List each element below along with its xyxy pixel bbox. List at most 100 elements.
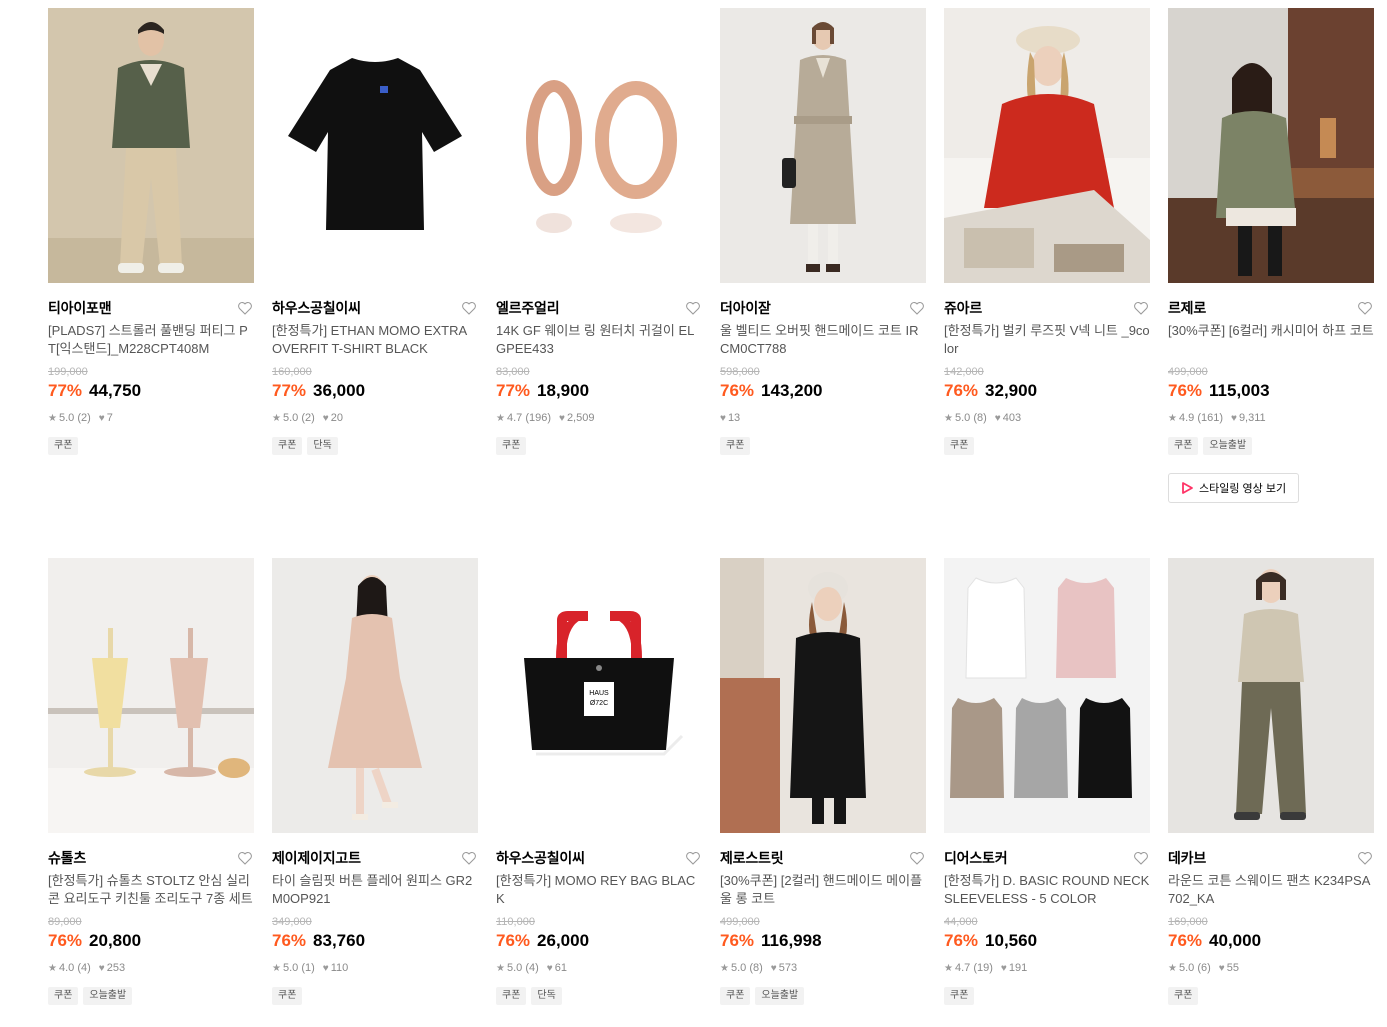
brand-name[interactable]: 하우스공칠이씨 [496, 848, 585, 868]
brand-name[interactable]: 제로스트릿 [720, 848, 784, 868]
product-image-model-khaki-jacket[interactable] [48, 8, 254, 283]
product-card[interactable]: 슈톨츠 [한정특가] 슈톨츠 STOLTZ 안심 실리콘 요리도구 키친툴 조리… [48, 558, 254, 1005]
product-image-model-black-coat[interactable] [720, 558, 926, 833]
star-icon: ★ [48, 412, 57, 424]
product-image-model-red-knit[interactable] [944, 8, 1150, 283]
product-card[interactable]: 쥬아르 [한정특가] 벌키 루즈핏 V넥 니트 _9color 142,000 … [944, 8, 1150, 503]
heart-outline-icon[interactable] [908, 299, 926, 317]
brand-name[interactable]: 르제로 [1168, 298, 1206, 318]
likes: ♥ 55 [1218, 962, 1239, 974]
heart-outline-icon[interactable] [1132, 849, 1150, 867]
brand-name[interactable]: 데카브 [1168, 848, 1206, 868]
product-card[interactable]: 디어스토커 [한정특가] D. BASIC ROUND NECK SLEEVEL… [944, 558, 1150, 1005]
product-name[interactable]: [PLADS7] 스트롤러 풀밴딩 퍼티그 PT[익스탠드]_M228CPT40… [48, 322, 254, 358]
styling-video-label: 스타일링 영상 보기 [1199, 483, 1287, 495]
heart-outline-icon[interactable] [908, 849, 926, 867]
tag-coupon: 쿠폰 [272, 987, 303, 1005]
product-image-black-red-tote[interactable]: HAUS Ø72C [496, 558, 702, 833]
brand-name[interactable]: 쥬아르 [944, 298, 982, 318]
product-image-model-khaki-pants[interactable] [1168, 558, 1374, 833]
product-name[interactable]: [한정특가] MOMO REY BAG BLACK [496, 872, 702, 908]
heart-filled-icon: ♥ [720, 412, 726, 424]
discount-rate: 76% [944, 381, 979, 400]
brand-name[interactable]: 더아이잗 [720, 298, 771, 318]
heart-filled-icon: ♥ [559, 412, 565, 424]
product-name[interactable]: [30%쿠폰] [2컬러] 핸드메이드 메이플 울 롱 코트 [720, 872, 926, 908]
brand-name[interactable]: 엘르주얼리 [496, 298, 560, 318]
likes: ♥ 61 [546, 962, 567, 974]
product-card[interactable]: 더아이잗 울 벨티드 오버핏 핸드메이드 코트 IRCM0CT788 598,0… [720, 8, 926, 503]
product-name[interactable]: [한정특가] 벌키 루즈핏 V넥 니트 _9color [944, 322, 1150, 358]
discount-rate: 76% [496, 931, 531, 950]
tag-today-shipping: 오늘출발 [1203, 437, 1253, 455]
product-name[interactable]: [한정특가] D. BASIC ROUND NECK SLEEVELESS - … [944, 872, 1150, 908]
product-card[interactable]: HAUS Ø72C 하우스공칠이씨 [한정특가] MOMO REY BAG BL… [496, 558, 702, 1005]
heart-outline-icon[interactable] [1356, 849, 1374, 867]
original-price: 199,000 [48, 366, 88, 378]
original-price: 110,000 [496, 916, 535, 928]
tag-coupon: 쿠폰 [720, 437, 751, 455]
product-name[interactable]: 라운드 코튼 스웨이드 팬츠 K234PSA702_KA [1168, 872, 1374, 908]
star-icon: ★ [1168, 962, 1177, 974]
product-card[interactable]: 제로스트릿 [30%쿠폰] [2컬러] 핸드메이드 메이플 울 롱 코트 499… [720, 558, 926, 1005]
product-image-rose-gold-earrings[interactable] [496, 8, 702, 283]
sale-price: 32,900 [985, 381, 1038, 400]
product-name[interactable]: [30%쿠폰] [6컬러] 캐시미어 하프 코트 [1168, 322, 1374, 358]
brand-name[interactable]: 디어스토커 [944, 848, 1008, 868]
product-row-2: 슈톨츠 [한정특가] 슈톨츠 STOLTZ 안심 실리콘 요리도구 키친툴 조리… [48, 558, 1374, 1005]
discount-rate: 77% [272, 381, 307, 400]
product-image-model-beige-coat[interactable] [720, 8, 926, 283]
original-price: 349,000 [272, 916, 312, 928]
original-price: 160,000 [272, 366, 312, 378]
product-image-model-olive-coat[interactable] [1168, 8, 1374, 283]
likes: ♥ 13 [720, 412, 741, 424]
heart-outline-icon[interactable] [684, 849, 702, 867]
tag-coupon: 쿠폰 [720, 987, 751, 1005]
product-card[interactable]: 제이제이지고트 타이 슬림핏 버튼 플레어 원피스 GR2M0OP921 349… [272, 558, 478, 1005]
product-name[interactable]: [한정특가] ETHAN MOMO EXTRA OVERFIT T-SHIRT … [272, 322, 478, 358]
heart-filled-icon: ♥ [1231, 412, 1237, 424]
star-icon: ★ [496, 412, 505, 424]
brand-name[interactable]: 티아이포맨 [48, 298, 112, 318]
brand-name[interactable]: 제이제이지고트 [272, 848, 361, 868]
sale-price: 18,900 [537, 381, 590, 400]
product-card[interactable]: 르제로 [30%쿠폰] [6컬러] 캐시미어 하프 코트 499,000 76%… [1168, 8, 1374, 503]
product-card[interactable]: 티아이포맨 [PLADS7] 스트롤러 풀밴딩 퍼티그 PT[익스탠드]_M22… [48, 8, 254, 503]
heart-outline-icon[interactable] [460, 849, 478, 867]
brand-name[interactable]: 슈톨츠 [48, 848, 86, 868]
product-card[interactable]: 하우스공칠이씨 [한정특가] ETHAN MOMO EXTRA OVERFIT … [272, 8, 478, 503]
original-price: 142,000 [944, 366, 984, 378]
sale-price: 44,750 [89, 381, 142, 400]
tag-exclusive: 단독 [531, 987, 562, 1005]
heart-filled-icon: ♥ [98, 962, 105, 974]
brand-name[interactable]: 하우스공칠이씨 [272, 298, 361, 318]
heart-outline-icon[interactable] [236, 299, 254, 317]
tag-exclusive: 단독 [307, 437, 338, 455]
heart-outline-icon[interactable] [460, 299, 478, 317]
tag-coupon: 쿠폰 [496, 437, 527, 455]
product-name[interactable]: 타이 슬림핏 버튼 플레어 원피스 GR2M0OP921 [272, 872, 478, 908]
product-image-black-tshirt[interactable] [272, 8, 478, 283]
star-icon: ★ [1168, 412, 1177, 424]
original-price: 499,000 [1168, 366, 1208, 378]
original-price: 499,000 [720, 916, 760, 928]
styling-video-button[interactable]: 스타일링 영상 보기 [1168, 473, 1300, 503]
product-card[interactable]: 엘르주얼리 14K GF 웨이브 링 원터치 귀걸이 ELGPEE433 83,… [496, 8, 702, 503]
discount-rate: 76% [720, 931, 755, 950]
product-name[interactable]: 14K GF 웨이브 링 원터치 귀걸이 ELGPEE433 [496, 322, 702, 358]
heart-outline-icon[interactable] [1132, 299, 1150, 317]
heart-outline-icon[interactable] [684, 299, 702, 317]
product-name[interactable]: [한정특가] 슈톨츠 STOLTZ 안심 실리콘 요리도구 키친툴 조리도구 7… [48, 872, 254, 908]
product-image-sleeveless-set[interactable] [944, 558, 1150, 833]
tag-coupon: 쿠폰 [48, 987, 79, 1005]
product-card[interactable]: 데카브 라운드 코튼 스웨이드 팬츠 K234PSA702_KA 169,000… [1168, 558, 1374, 1005]
tag-coupon: 쿠폰 [272, 437, 303, 455]
product-image-model-pink-dress[interactable] [272, 558, 478, 833]
tag-today-shipping: 오늘출발 [755, 987, 805, 1005]
product-name[interactable]: 울 벨티드 오버핏 핸드메이드 코트 IRCM0CT788 [720, 322, 926, 358]
tag-coupon: 쿠폰 [48, 437, 79, 455]
heart-outline-icon[interactable] [236, 849, 254, 867]
product-image-kitchen-tools[interactable] [48, 558, 254, 833]
heart-outline-icon[interactable] [1356, 299, 1374, 317]
original-price: 89,000 [48, 916, 82, 928]
